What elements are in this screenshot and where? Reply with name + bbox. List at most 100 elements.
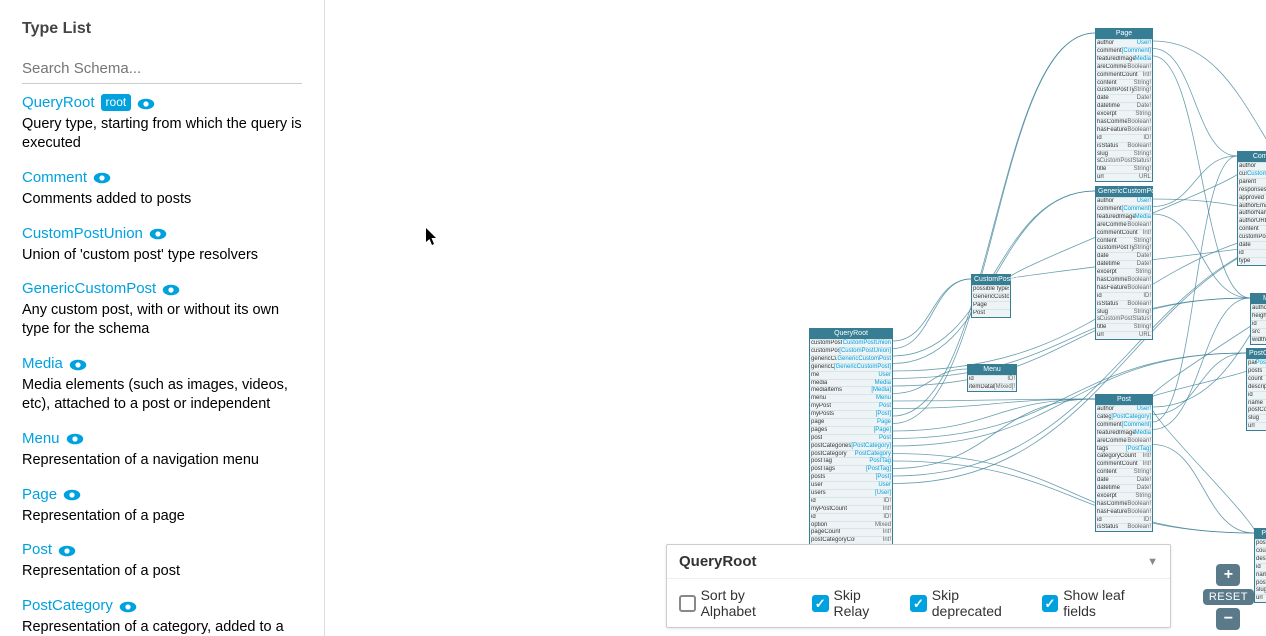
node-field[interactable]: slugString!: [1255, 586, 1266, 594]
node-field[interactable]: parentPostCategory: [1247, 359, 1266, 367]
node-field[interactable]: statusCustomPostStatus!: [1096, 315, 1152, 323]
node-field[interactable]: dateDate!: [1238, 241, 1266, 249]
node-field[interactable]: contentString!: [1096, 237, 1152, 245]
schema-node-Comment[interactable]: CommentauthorUser!customPostCustomPostUn…: [1237, 151, 1266, 266]
node-field[interactable]: categories[PostCategory]: [1096, 413, 1152, 421]
eye-icon[interactable]: [149, 227, 167, 239]
node-header[interactable]: PostCategory: [1247, 349, 1266, 359]
node-field[interactable]: isStatusBoolean!: [1096, 142, 1152, 150]
node-field[interactable]: genericCustomPosts[GenericCustomPost]: [810, 363, 892, 371]
node-field[interactable]: heightInt!: [1251, 312, 1266, 320]
schema-node-CustomPostUnion[interactable]: CustomPostUnionpossible typesGenericCust…: [971, 274, 1011, 318]
type-link[interactable]: Comment: [22, 169, 87, 186]
node-field[interactable]: countInt!: [1247, 375, 1266, 383]
node-header[interactable]: QueryRoot: [810, 329, 892, 339]
type-link[interactable]: GenericCustomPost: [22, 280, 156, 297]
node-field[interactable]: idID!: [1251, 320, 1266, 328]
node-field[interactable]: postCategoryPostCategory: [810, 450, 892, 458]
node-field[interactable]: urlURL: [1255, 594, 1266, 602]
skip-relay-checkbox[interactable]: Skip Relay: [812, 587, 898, 619]
focus-panel-header[interactable]: QueryRoot ▼: [667, 545, 1170, 579]
node-field[interactable]: customPostCustomPostUnion!: [1238, 170, 1266, 178]
node-field[interactable]: approvedBoolean!: [1238, 194, 1266, 202]
node-field[interactable]: slugString!: [1096, 308, 1152, 316]
node-field[interactable]: authorURLURL: [1238, 217, 1266, 225]
node-field[interactable]: titleString!: [1096, 165, 1152, 173]
node-field[interactable]: postTagPostTag: [810, 457, 892, 465]
node-field[interactable]: dateDate!: [1096, 94, 1152, 102]
node-field[interactable]: idID!: [1247, 391, 1266, 399]
node-field[interactable]: urlURL: [1096, 331, 1152, 339]
node-field[interactable]: pages[Page]: [810, 426, 892, 434]
node-field[interactable]: descriptionString: [1247, 383, 1266, 391]
node-field[interactable]: featuredImageMedia: [1096, 213, 1152, 221]
node-field[interactable]: idID!: [1238, 249, 1266, 257]
zoom-in-button[interactable]: +: [1216, 564, 1240, 586]
node-field[interactable]: authorUser!: [1096, 197, 1152, 205]
node-field[interactable]: urlURL: [1096, 173, 1152, 181]
node-field[interactable]: excerptString: [1096, 268, 1152, 276]
node-field[interactable]: datetimeDate!: [1096, 102, 1152, 110]
node-field[interactable]: customPostTypeString!: [1096, 244, 1152, 252]
node-header[interactable]: GenericCustomPost: [1096, 187, 1152, 197]
node-field[interactable]: userUser: [810, 481, 892, 489]
node-field[interactable]: dateDate!: [1096, 476, 1152, 484]
node-field[interactable]: nameString!: [1247, 399, 1266, 407]
node-field[interactable]: hasFeaturedImageBoolean!: [1096, 508, 1152, 516]
node-field[interactable]: parentComment: [1238, 178, 1266, 186]
node-field[interactable]: authorUser!: [1096, 39, 1152, 47]
type-link[interactable]: Post: [22, 541, 52, 558]
schema-node-PostCategory[interactable]: PostCategoryparentPostCategoryposts[Post…: [1246, 348, 1266, 431]
node-field[interactable]: descriptionString: [1255, 555, 1266, 563]
node-field[interactable]: excerptString: [1096, 110, 1152, 118]
node-field[interactable]: idID!: [810, 513, 892, 521]
node-field[interactable]: users[User]: [810, 489, 892, 497]
node-field[interactable]: postTags[PostTag]: [810, 465, 892, 473]
node-field[interactable]: widthInt!: [1251, 336, 1266, 344]
node-field[interactable]: datetimeDate!: [1096, 260, 1152, 268]
node-field[interactable]: authorUser!: [1096, 405, 1152, 413]
node-field[interactable]: meUser: [810, 371, 892, 379]
node-field[interactable]: commentCountInt!: [1096, 71, 1152, 79]
node-field[interactable]: possible types: [972, 285, 1010, 293]
node-field[interactable]: idID!: [1096, 516, 1152, 524]
node-field[interactable]: customPostTypeString!: [1096, 86, 1152, 94]
node-field[interactable]: isStatusBoolean!: [1096, 300, 1152, 308]
node-field[interactable]: postCountInt!: [1255, 579, 1266, 587]
node-field[interactable]: itemDataEntries[Mixed]!: [968, 383, 1016, 391]
zoom-reset-button[interactable]: RESET: [1203, 589, 1254, 605]
schema-node-Page[interactable]: PageauthorUser!comments[Comment]featured…: [1095, 28, 1153, 182]
node-field[interactable]: dateDate!: [1096, 252, 1152, 260]
type-link[interactable]: PostCategory: [22, 597, 113, 614]
node-field[interactable]: datetimeDate!: [1096, 484, 1152, 492]
search-input[interactable]: [22, 54, 302, 84]
node-field[interactable]: comments[Comment]: [1096, 47, 1152, 55]
node-field[interactable]: titleString!: [1096, 323, 1152, 331]
node-field[interactable]: srcURL!: [1251, 328, 1266, 336]
node-field[interactable]: genericCustomPostGenericCustomPost: [810, 355, 892, 363]
node-field[interactable]: myPostPost: [810, 402, 892, 410]
node-field[interactable]: Page: [972, 301, 1010, 309]
eye-icon[interactable]: [137, 97, 155, 109]
node-header[interactable]: Page: [1096, 29, 1152, 39]
type-link[interactable]: Page: [22, 486, 57, 503]
eye-icon[interactable]: [119, 600, 137, 612]
schema-node-PostTag[interactable]: PostTagposts[Post]countInt!descriptionSt…: [1254, 528, 1266, 603]
node-field[interactable]: slugString!: [1096, 150, 1152, 158]
node-field[interactable]: comments[Comment]: [1096, 421, 1152, 429]
node-field[interactable]: categoryCountInt!: [1096, 452, 1152, 460]
node-field[interactable]: contentString!: [1096, 79, 1152, 87]
node-field[interactable]: postCountInt!: [1247, 406, 1266, 414]
node-field[interactable]: statusCustomPostStatus!: [1096, 157, 1152, 165]
eye-icon[interactable]: [66, 432, 84, 444]
eye-icon[interactable]: [93, 171, 111, 183]
graph-canvas[interactable]: QueryRootcustomPostCustomPostUnioncustom…: [326, 0, 1266, 636]
node-field[interactable]: responses[Comment]: [1238, 186, 1266, 194]
sort-alpha-checkbox[interactable]: Sort by Alphabet: [679, 587, 800, 619]
node-field[interactable]: commentCountInt!: [1096, 229, 1152, 237]
node-field[interactable]: postCategories[PostCategory]: [810, 442, 892, 450]
eye-icon[interactable]: [69, 358, 87, 370]
node-header[interactable]: Post: [1096, 395, 1152, 405]
node-field[interactable]: contentString!: [1238, 225, 1266, 233]
node-field[interactable]: idID!: [968, 375, 1016, 383]
